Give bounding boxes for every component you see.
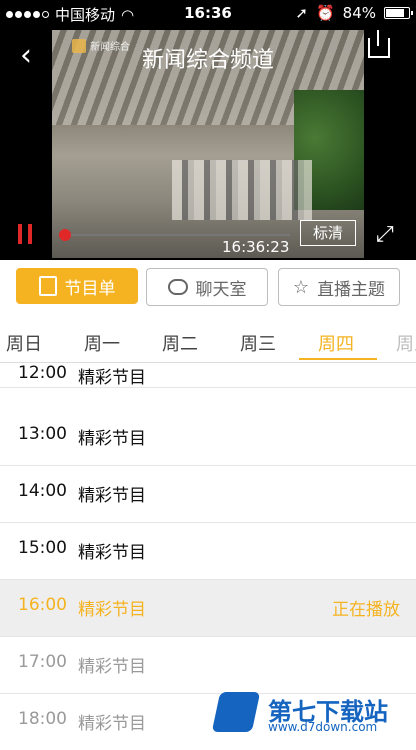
- chat-room-button[interactable]: 聊天室: [146, 268, 268, 306]
- battery-icon: [384, 7, 413, 19]
- list-item-now-playing[interactable]: 16:00 精彩节目 正在播放: [0, 580, 416, 637]
- live-topic-label: 直播主题: [317, 279, 386, 300]
- live-topic-button[interactable]: ☆ 直播主题: [278, 268, 400, 306]
- playback-time: 16:36:23: [222, 238, 290, 256]
- tab-thursday[interactable]: 周四: [318, 330, 354, 356]
- program-time: 15:00: [18, 538, 67, 558]
- program-name: 精彩节目: [78, 368, 146, 388]
- chat-icon: [167, 279, 188, 295]
- program-name: 精彩节目: [78, 543, 146, 563]
- list-item[interactable]: 13:00 精彩节目: [0, 409, 416, 466]
- program-time: 18:00: [18, 709, 67, 729]
- program-list-label: 节目单: [64, 278, 116, 299]
- list-item[interactable]: 17:00 精彩节目: [0, 637, 416, 694]
- program-time: 16:00: [18, 595, 67, 615]
- program-name: 精彩节目: [78, 429, 146, 449]
- location-icon: ➚: [295, 4, 308, 22]
- fullscreen-icon[interactable]: ⤢: [376, 222, 402, 248]
- pause-button[interactable]: [18, 224, 32, 244]
- progress-knob[interactable]: [58, 229, 71, 241]
- video-scene-people: [172, 160, 312, 220]
- share-icon[interactable]: [368, 30, 390, 58]
- list-item[interactable]: 14:00 精彩节目: [0, 466, 416, 523]
- program-time: 14:00: [18, 481, 67, 501]
- list-item[interactable]: 12:00 精彩节目: [0, 357, 416, 388]
- program-time: 12:00: [18, 363, 67, 383]
- progress-bar[interactable]: [58, 229, 290, 241]
- action-tabs: 节目单 聊天室 ☆ 直播主题: [0, 268, 416, 308]
- tab-sunday[interactable]: 周日: [6, 330, 42, 356]
- channel-title: 新闻综合频道: [141, 48, 274, 73]
- star-icon: ☆: [292, 276, 310, 298]
- list-item[interactable]: 15:00 精彩节目: [0, 523, 416, 580]
- program-list-button[interactable]: 节目单: [16, 268, 138, 304]
- program-name: 精彩节目: [78, 486, 146, 506]
- program-name: 精彩节目: [78, 714, 146, 734]
- tab-monday[interactable]: 周一: [84, 330, 120, 356]
- watermark-url: www.d7down.com: [268, 720, 378, 734]
- program-time: 13:00: [18, 424, 67, 444]
- video-player[interactable]: 新闻综合 ‹ 新闻综合频道 16:36:23 标清 ⤢: [0, 26, 416, 260]
- tab-wednesday[interactable]: 周三: [240, 330, 276, 356]
- tab-tuesday[interactable]: 周二: [162, 330, 198, 356]
- program-time: 17:00: [18, 652, 67, 672]
- tab-friday[interactable]: 周五: [396, 330, 416, 356]
- alarm-icon: ⏰: [315, 4, 335, 22]
- quality-button[interactable]: 标清: [300, 220, 356, 246]
- status-bar: 中国移动 ◠ 16:36 ➚ ⏰ 84%: [0, 0, 416, 26]
- site-watermark: 第七下载站 www.d7down.com: [206, 690, 416, 738]
- list-icon: [38, 276, 57, 296]
- chat-room-label: 聊天室: [195, 279, 247, 300]
- now-playing-badge: 正在播放: [332, 600, 400, 620]
- watermark-logo-icon: [211, 692, 261, 732]
- program-name: 精彩节目: [78, 657, 146, 677]
- battery-percent: 84%: [342, 4, 376, 22]
- program-name: 精彩节目: [78, 600, 146, 620]
